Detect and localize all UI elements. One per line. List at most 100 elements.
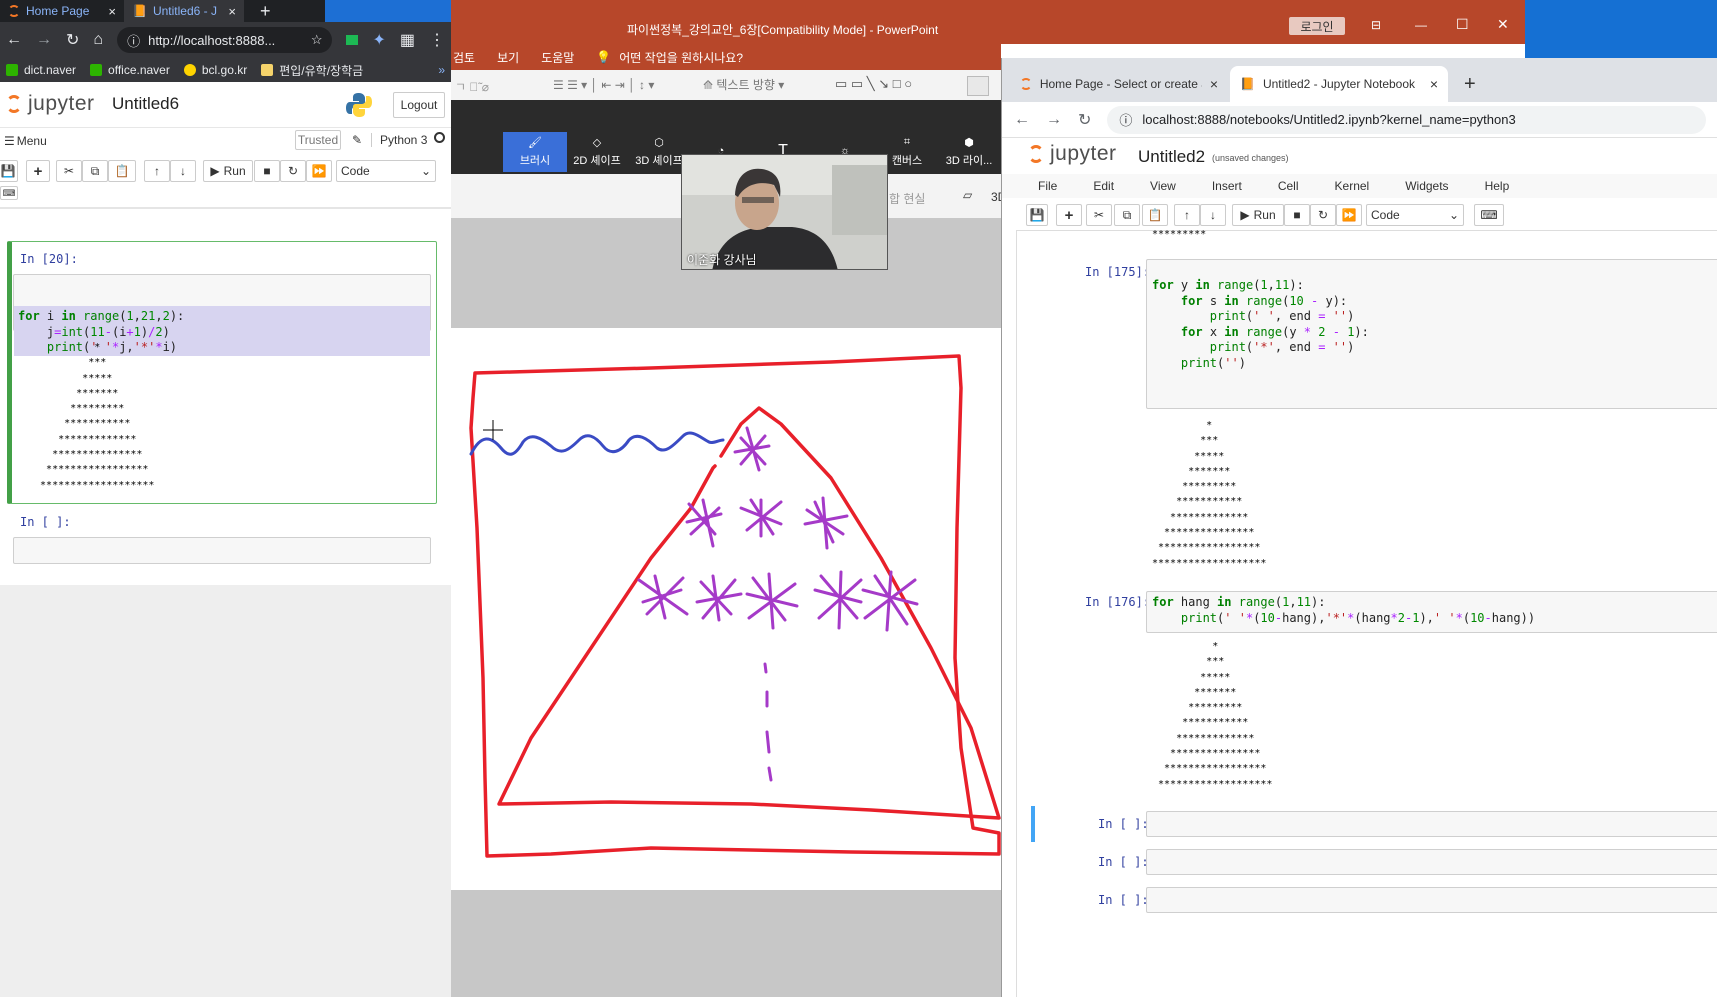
minimize-icon[interactable]: — [1415, 18, 1427, 32]
shapes-gallery[interactable]: ▭ ▭ ╲ ↘ □ ○ [835, 76, 912, 92]
stop-icon[interactable]: ■ [254, 160, 280, 182]
save-icon[interactable]: 💾 [0, 160, 18, 182]
bookmark-folder[interactable]: 편입/유학/장학금 [261, 62, 363, 79]
stop-icon[interactable]: ■ [1284, 204, 1310, 226]
notebook-title[interactable]: Untitled2 [1138, 147, 1205, 167]
menu-widgets[interactable]: Widgets [1369, 179, 1448, 193]
menu-button[interactable]: Menu [17, 134, 47, 148]
tool-brush[interactable]: 🖌 브러시 [503, 132, 567, 172]
kebab-menu-icon[interactable]: ⋮ [429, 30, 445, 50]
run-button[interactable]: ▶ Run [1232, 204, 1284, 226]
menu-file[interactable]: File [1002, 179, 1057, 193]
ribbon-display-icon[interactable]: ⊟ [1371, 18, 1381, 32]
save-icon[interactable]: 💾 [1026, 204, 1048, 226]
forward-arrow-icon[interactable]: → [36, 31, 52, 49]
insert-cell-icon[interactable]: + [26, 160, 50, 182]
close-tab-icon[interactable]: × [1430, 76, 1438, 92]
insert-cell-icon[interactable]: + [1056, 204, 1082, 226]
empty-code-editor[interactable] [13, 537, 431, 564]
right-address-bar[interactable]: ⓘ localhost:8888/notebooks/Untitled2.ipy… [1107, 105, 1706, 134]
new-tab-button[interactable]: + [252, 0, 282, 22]
notebook-title[interactable]: Untitled6 [112, 94, 179, 114]
close-tab-icon[interactable]: × [1210, 76, 1218, 92]
login-button[interactable]: 로그인 [1289, 17, 1345, 35]
puzzle-icon[interactable]: ✦ [372, 30, 385, 50]
move-up-icon[interactable]: ↑ [144, 160, 170, 182]
jupyter-logo[interactable]: jupyter [6, 92, 95, 116]
bookmarks-more-icon[interactable]: » [438, 63, 445, 77]
hamburger-icon[interactable]: ☰ [0, 134, 15, 148]
kernel-name[interactable]: Python 3 [371, 133, 427, 147]
move-up-icon[interactable]: ↑ [1174, 204, 1200, 226]
run-button[interactable]: ▶ Run [203, 160, 253, 182]
tell-me-box[interactable]: 어떤 작업을 원하시나요? [619, 49, 743, 66]
tab-home-page[interactable]: Home Page - Select or create a × [1010, 66, 1228, 102]
menu-cell[interactable]: Cell [1242, 179, 1299, 193]
fast-forward-icon[interactable]: ⏩ [306, 160, 332, 182]
restart-icon[interactable]: ↻ [1310, 204, 1336, 226]
logout-button[interactable]: Logout [393, 92, 445, 118]
back-arrow-icon[interactable]: ← [1014, 111, 1030, 129]
extension-green-icon[interactable] [346, 35, 359, 45]
view-icon[interactable]: ▱ [963, 188, 972, 202]
tool-3d-library[interactable]: ⬢ 3D 라이... [937, 132, 1001, 172]
cell-type-select[interactable]: Code ⌄ [336, 160, 436, 182]
tab-home-page[interactable]: Home Page × [0, 0, 124, 22]
empty-code-editor[interactable] [1146, 849, 1717, 875]
menu-help[interactable]: Help [1449, 179, 1510, 193]
cut-icon[interactable]: ✂ [56, 160, 82, 182]
cell-type-select[interactable]: Code ⌄ [1366, 204, 1464, 226]
bookmark-dict-naver[interactable]: dict.naver [6, 63, 76, 77]
copy-icon[interactable]: ⧉ [82, 160, 108, 182]
copy-icon[interactable]: ⧉ [1114, 204, 1140, 226]
close-tab-icon[interactable]: × [108, 4, 116, 19]
maximize-icon[interactable]: ☐ [1456, 16, 1469, 33]
home-icon[interactable]: ⌂ [93, 31, 103, 49]
menu-edit[interactable]: Edit [1057, 179, 1114, 193]
arrange-icon[interactable] [967, 76, 989, 96]
video-call-overlay[interactable]: 이준화 강사님 [681, 154, 888, 270]
reload-icon[interactable]: ↻ [1078, 110, 1091, 130]
keyboard-icon[interactable]: ⌨ [1474, 204, 1504, 226]
tab-view[interactable]: 보기 [497, 49, 519, 66]
trusted-badge[interactable]: Trusted [295, 130, 341, 150]
menu-insert[interactable]: Insert [1176, 179, 1242, 193]
close-tab-icon[interactable]: × [228, 4, 236, 19]
reload-icon[interactable]: ↻ [66, 30, 79, 50]
move-down-icon[interactable]: ↓ [170, 160, 196, 182]
jupyter-logo[interactable]: jupyter [1028, 142, 1117, 166]
menu-view[interactable]: View [1114, 179, 1176, 193]
menu-kernel[interactable]: Kernel [1299, 179, 1370, 193]
slide-canvas[interactable] [451, 328, 1001, 890]
fast-forward-icon[interactable]: ⏩ [1336, 204, 1362, 226]
keyboard-icon[interactable]: ⌨ [0, 186, 18, 200]
tool-2d-shape[interactable]: ◇ 2D 셰이프 [565, 132, 629, 172]
restart-icon[interactable]: ↻ [280, 160, 306, 182]
move-down-icon[interactable]: ↓ [1200, 204, 1226, 226]
bookmark-office-naver[interactable]: office.naver [90, 63, 170, 77]
left-address-bar[interactable]: ⓘ http://localhost:8888... ☆ [117, 27, 333, 53]
tab-review[interactable]: 검토 [453, 49, 475, 66]
font-size-icons[interactable]: ㄱ ㄱ̃ ⌀ [455, 78, 489, 95]
code-editor-176[interactable]: for hang in range(1,11): print(' '*(10-h… [1146, 591, 1717, 633]
edit-pencil-icon[interactable]: ✎ [352, 133, 362, 147]
cut-icon[interactable]: ✂ [1086, 204, 1112, 226]
forward-arrow-icon[interactable]: → [1046, 111, 1062, 129]
tab-untitled2[interactable]: 📙 Untitled2 - Jupyter Notebook × [1230, 66, 1448, 102]
empty-code-editor[interactable] [1146, 811, 1717, 837]
close-icon[interactable]: ✕ [1497, 16, 1509, 33]
paste-icon[interactable]: 📋 [1142, 204, 1168, 226]
list-icons[interactable]: ☰ ☰ ▾ │ ⇤ ⇥ │ ↕ ▾ [553, 78, 654, 92]
code-editor-175[interactable]: for y in range(1,11): for s in range(10 … [1146, 259, 1717, 409]
empty-code-editor[interactable] [1146, 887, 1717, 913]
new-tab-button[interactable]: + [1454, 66, 1486, 102]
tab-help[interactable]: 도움말 [541, 49, 574, 66]
back-arrow-icon[interactable]: ← [6, 31, 22, 49]
code-editor[interactable]: for i in range(1,21,2): j=int(11-(i+1)/2… [13, 274, 431, 356]
bookmark-bcl[interactable]: bcl.go.kr [183, 63, 247, 77]
tab-untitled6[interactable]: 📙 Untitled6 - J × [124, 0, 244, 22]
paste-icon[interactable]: 📋 [108, 160, 136, 182]
grid-icon[interactable]: ▦ [400, 30, 415, 50]
text-direction[interactable]: ⟰ 텍스트 방향 ▾ [703, 76, 784, 93]
star-icon[interactable]: ☆ [311, 32, 323, 48]
